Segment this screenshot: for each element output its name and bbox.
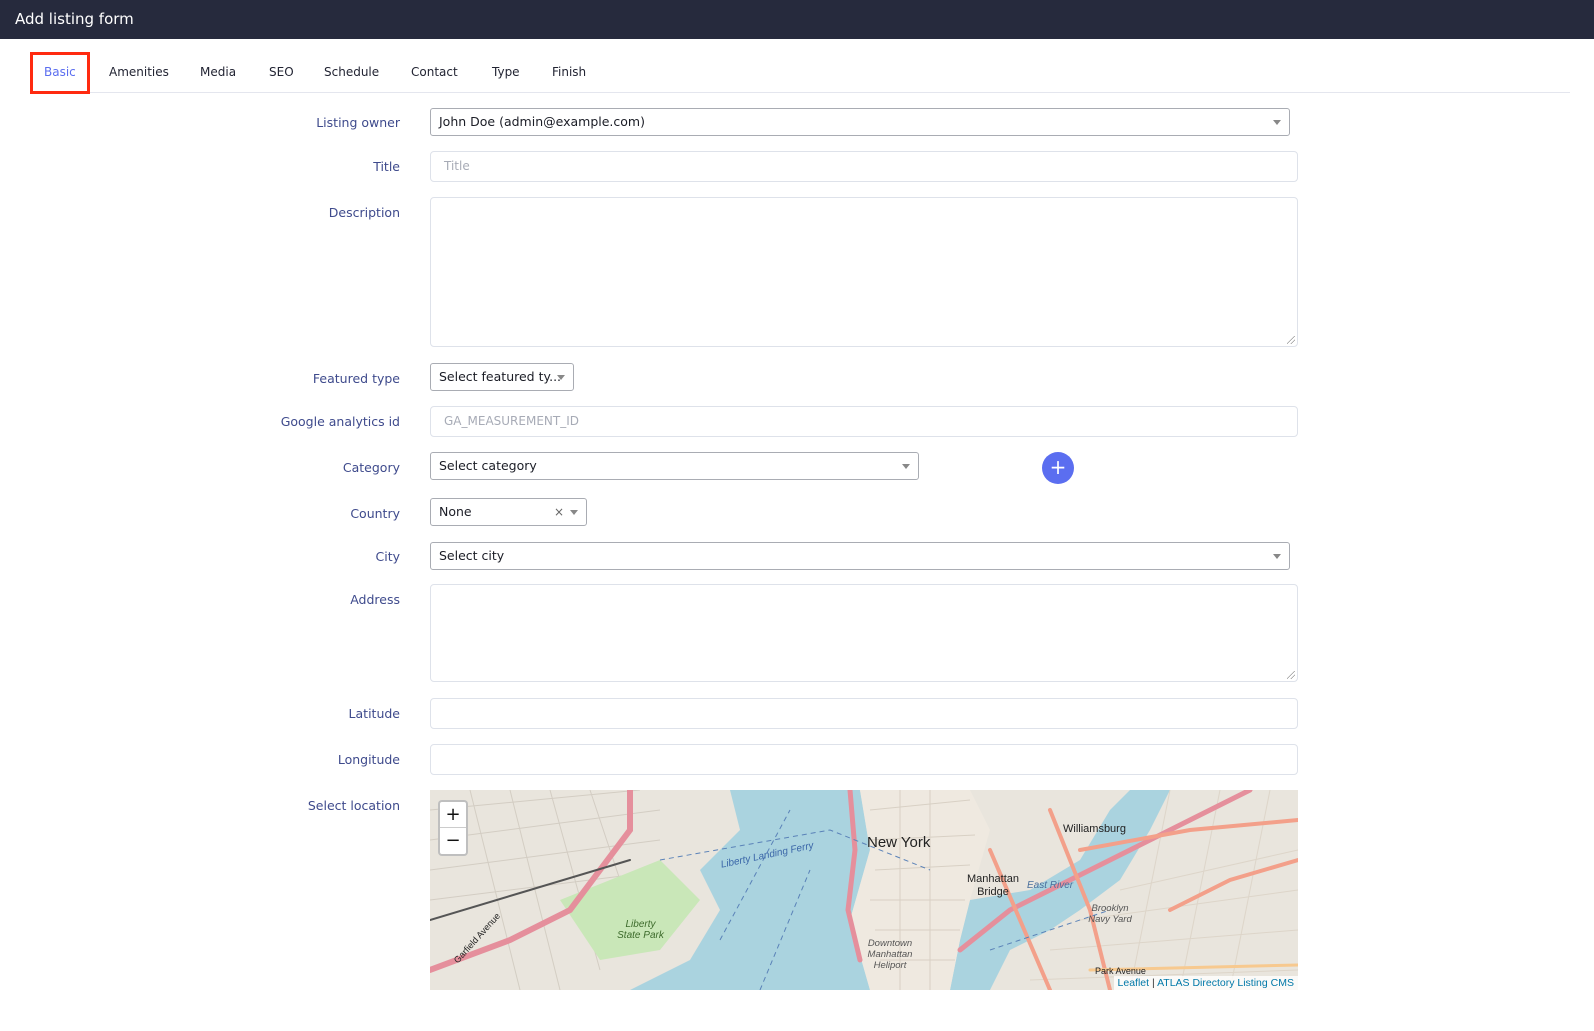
google-analytics-label: Google analytics id xyxy=(280,414,400,429)
category-value: Select category xyxy=(439,458,537,473)
resize-handle-icon[interactable] xyxy=(1287,336,1295,344)
select-location-label: Select location xyxy=(307,798,400,813)
location-map[interactable]: New York Williamsburg Manhattan Bridge L… xyxy=(430,790,1298,990)
google-analytics-input[interactable]: GA_MEASUREMENT_ID xyxy=(430,406,1298,437)
featured-type-value: Select featured ty... xyxy=(439,369,562,384)
listing-owner-label: Listing owner xyxy=(316,115,400,130)
map-zoom-control: + − xyxy=(438,800,468,856)
featured-type-label: Featured type xyxy=(312,371,400,386)
country-select[interactable]: None × xyxy=(430,498,587,526)
city-value: Select city xyxy=(439,548,505,563)
add-category-button[interactable]: + xyxy=(1042,452,1074,484)
description-label: Description xyxy=(328,205,400,220)
country-value: None xyxy=(439,504,472,519)
city-label: City xyxy=(375,549,401,564)
map-label-park-avenue: Park Avenue xyxy=(1095,966,1146,976)
category-label: Category xyxy=(342,460,400,475)
listing-owner-value: John Doe (admin@example.com) xyxy=(439,114,645,129)
latitude-label: Latitude xyxy=(348,706,400,721)
city-select[interactable]: Select city xyxy=(430,542,1290,570)
chevron-down-icon xyxy=(557,375,565,380)
window-title: Add listing form xyxy=(0,0,1594,39)
country-label: Country xyxy=(350,506,400,521)
category-select[interactable]: Select category xyxy=(430,452,919,480)
address-label: Address xyxy=(350,592,400,607)
tab-basic[interactable]: Basic xyxy=(30,52,90,94)
attribution-cms-link[interactable]: ATLAS Directory Listing CMS xyxy=(1157,977,1294,989)
longitude-label: Longitude xyxy=(337,752,400,767)
zoom-in-button[interactable]: + xyxy=(440,802,466,828)
clear-icon[interactable]: × xyxy=(554,504,564,520)
featured-type-select[interactable]: Select featured ty... xyxy=(430,363,574,391)
map-attribution: Leaflet | ATLAS Directory Listing CMS xyxy=(1113,976,1298,990)
map-label-east-river: East River xyxy=(1027,880,1074,891)
chevron-down-icon xyxy=(902,464,910,469)
tab-amenities[interactable]: Amenities xyxy=(109,52,169,92)
map-label-brooklyn-navy-yard: Brooklyn Navy Yard xyxy=(1088,903,1132,925)
tab-seo[interactable]: SEO xyxy=(269,52,294,92)
attribution-separator: | xyxy=(1151,977,1155,989)
tab-media[interactable]: Media xyxy=(200,52,236,92)
chevron-down-icon xyxy=(570,510,578,515)
map-label-new-york: New York xyxy=(867,834,931,851)
chevron-down-icon xyxy=(1273,554,1281,559)
map-label-manhattan-bridge: Manhattan Bridge xyxy=(967,873,1019,898)
chevron-down-icon xyxy=(1273,120,1281,125)
title-input[interactable]: Title xyxy=(430,151,1298,182)
tab-type[interactable]: Type xyxy=(492,52,520,92)
map-label-liberty-state-park: Liberty State Park xyxy=(617,919,664,941)
latitude-input[interactable] xyxy=(430,698,1298,729)
longitude-input[interactable] xyxy=(430,744,1298,775)
zoom-out-button[interactable]: − xyxy=(440,828,466,854)
tab-finish[interactable]: Finish xyxy=(552,52,586,92)
resize-handle-icon[interactable] xyxy=(1287,671,1295,679)
address-textarea[interactable] xyxy=(430,584,1298,682)
description-textarea[interactable] xyxy=(430,197,1298,347)
tab-contact[interactable]: Contact xyxy=(411,52,458,92)
title-label: Title xyxy=(373,159,400,174)
map-label-downtown-heliport: Downtown Manhattan Heliport xyxy=(867,938,913,971)
listing-owner-select[interactable]: John Doe (admin@example.com) xyxy=(430,108,1290,136)
map-label-williamsburg: Williamsburg xyxy=(1063,823,1126,835)
tab-bar: Basic Amenities Media SEO Schedule Conta… xyxy=(30,52,1570,94)
tab-schedule[interactable]: Schedule xyxy=(324,52,379,92)
attribution-leaflet-link[interactable]: Leaflet xyxy=(1118,977,1150,989)
